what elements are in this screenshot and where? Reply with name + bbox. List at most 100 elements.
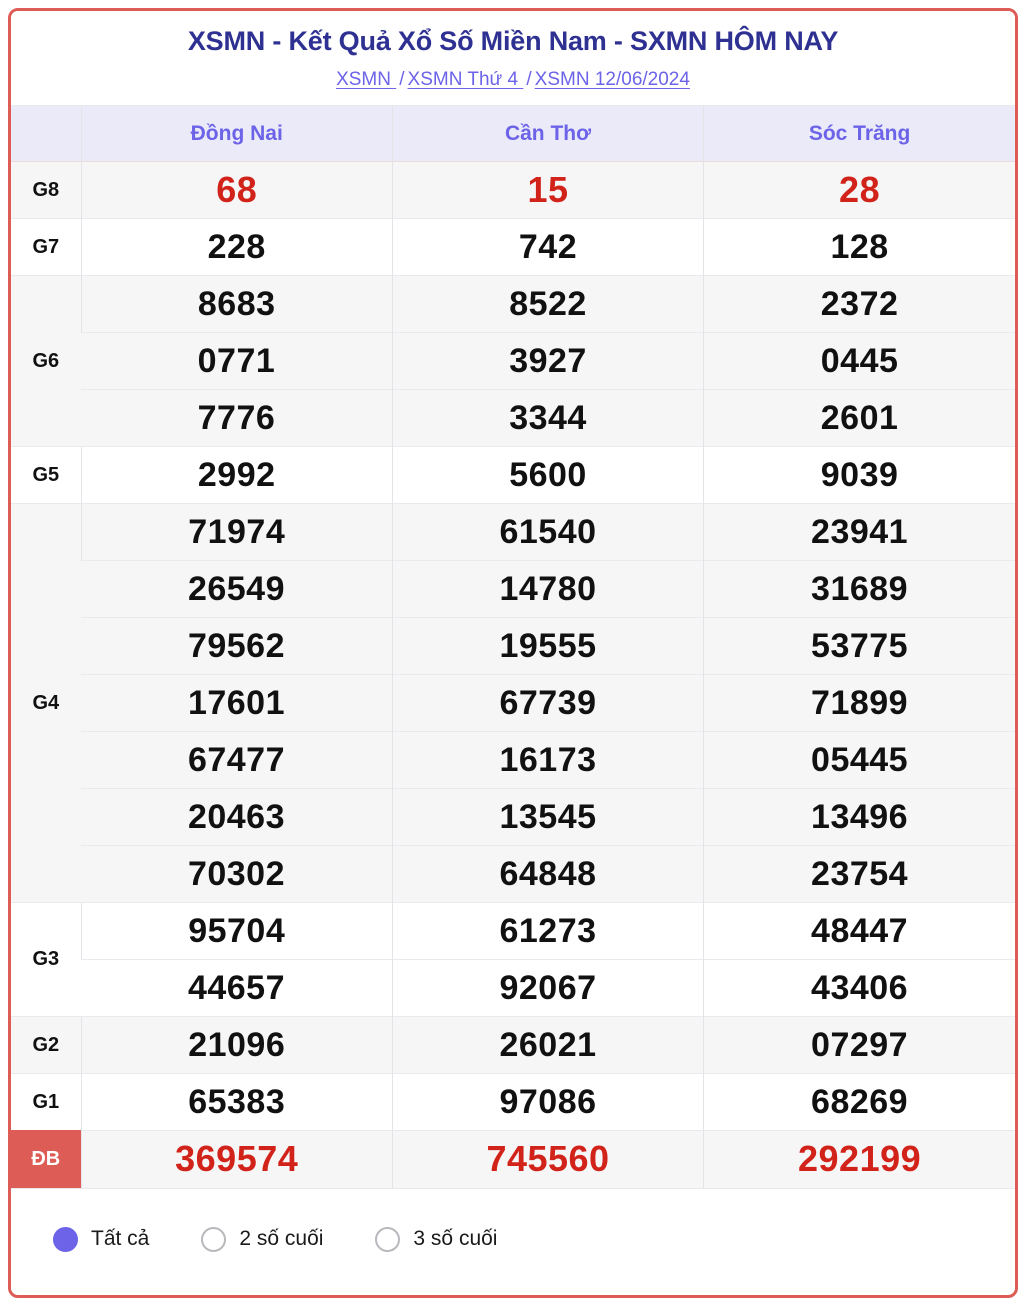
prize-number-cell: 92067 [391,959,704,1017]
prize-number-cell: 61540 [391,503,704,561]
prize-number-cell: 292199 [703,1130,1015,1188]
table-row: G1 65383 97086 68269 [11,1073,1015,1131]
prize-label-g6: G6 [11,275,82,447]
prize-number-cell: 5600 [391,446,704,504]
prize-number-cell: 65383 [80,1073,393,1131]
filter-option-0[interactable]: Tất cả [53,1226,150,1252]
lottery-results-table: Đồng Nai Cần Thơ Sóc Trăng G8 68 15 28 G7 228… [11,105,1015,1188]
table-row: 26549 14780 31689 [11,560,1015,618]
prize-number-cell: 14780 [391,560,704,618]
breadcrumb: XSMN / XSMN Thứ 4 /XSMN 12/06/2024 [21,68,1005,93]
table-row: 44657 92067 43406 [11,959,1015,1017]
prize-number-cell: 26549 [81,560,393,618]
breadcrumb-link-xsmn[interactable]: XSMN [336,69,396,90]
table-row: 70302 64848 23754 [11,845,1015,903]
digit-filter-radio-group: Tất cả 2 số cuối 3 số cuối [53,1226,498,1252]
table-row: G8 68 15 28 [11,161,1015,219]
prize-number-cell: 07297 [703,1016,1015,1074]
prize-number-cell: 742 [391,218,704,276]
prize-number-cell: 23754 [703,845,1015,903]
prize-label-g8: G8 [11,161,82,219]
prize-number-cell: 53775 [703,617,1015,675]
prize-label-g7: G7 [11,218,82,276]
prize-label-g2: G2 [11,1016,82,1074]
card-header: XSMN - Kết Quả Xổ Số Miền Nam - SXMN HÔM… [11,11,1015,106]
prize-number-cell: 61273 [391,902,704,960]
table-body: G8 68 15 28 G7 228 742 128 G6 8683 8522 2372 0771 392… [11,161,1015,1188]
column-header-province-2: Sóc Trăng [703,105,1015,163]
prize-number-cell: 8522 [391,275,704,333]
table-row: G3 95704 61273 48447 [11,902,1015,1017]
prize-label-g5: G5 [11,446,82,504]
prize-number-cell: 79562 [81,617,393,675]
radio-button-icon[interactable] [375,1226,401,1252]
prize-number-cell: 44657 [81,959,393,1017]
prize-number-cell: 3927 [391,332,704,390]
prize-number-cell: 05445 [703,731,1015,789]
prize-number-cell: 13496 [703,788,1015,846]
prize-number-cell: 2372 [703,275,1015,333]
table-row: G5 2992 5600 9039 [11,446,1015,504]
prize-number-cell: 7776 [81,389,393,447]
header-blank-cell [11,105,82,163]
prize-number-cell: 64848 [391,845,704,903]
table-row: ĐB 369574 745560 292199 [11,1130,1015,1188]
prize-number-cell: 128 [703,218,1015,276]
prize-label-g1: G1 [11,1073,82,1131]
filter-option-2[interactable]: 3 số cuối [375,1226,498,1252]
prize-number-cell: 97086 [391,1073,704,1131]
page-title: XSMN - Kết Quả Xổ Số Miền Nam - SXMN HÔM… [187,26,839,56]
prize-number-cell: 3344 [391,389,704,447]
prize-number-cell: 17601 [81,674,393,732]
filter-option-label: 3 số cuối [413,1227,498,1251]
prize-number-cell: 71974 [80,503,393,561]
prize-number-cell: 13545 [391,788,704,846]
prize-number-cell: 28 [703,161,1015,219]
table-header-row: Đồng Nai Cần Thơ Sóc Trăng [11,105,1015,163]
filter-option-1[interactable]: 2 số cuối [201,1226,323,1252]
radio-button-icon[interactable] [53,1226,78,1252]
column-header-province-0: Đồng Nai [80,105,393,163]
prize-number-cell: 26021 [391,1016,704,1074]
prize-number-cell: 745560 [391,1130,704,1188]
prize-number-cell: 67739 [391,674,704,732]
table-row: G6 8683 8522 2372 [11,275,1015,447]
prize-number-cell: 2601 [703,389,1015,447]
prize-number-cell: 0445 [703,332,1015,390]
table-header: Đồng Nai Cần Thơ Sóc Trăng [11,105,1015,163]
table-row: 17601 67739 71899 [11,674,1015,732]
radio-button-icon[interactable] [201,1226,227,1252]
breadcrumb-link-weekday[interactable]: XSMN Thứ 4 [408,69,524,90]
table-row: 20463 13545 13496 [11,788,1015,846]
prize-number-cell: 8683 [80,275,393,333]
breadcrumb-separator-1: / [399,69,405,91]
table-row: G2 21096 26021 07297 [11,1016,1015,1074]
prize-number-cell: 16173 [391,731,704,789]
prize-number-cell: 21096 [80,1016,393,1074]
table-row: 79562 19555 53775 [11,617,1015,675]
prize-number-cell: 48447 [703,902,1015,960]
table-row: 67477 16173 05445 [11,731,1015,789]
prize-number-cell: 23941 [703,503,1015,561]
breadcrumb-link-date[interactable]: XSMN 12/06/2024 [535,69,690,90]
prize-number-cell: 9039 [703,446,1015,504]
prize-number-cell: 70302 [81,845,393,903]
prize-number-cell: 95704 [80,902,393,960]
prize-number-cell: 369574 [80,1130,393,1188]
prize-number-cell: 43406 [703,959,1015,1017]
prize-number-cell: 67477 [81,731,393,789]
table-row: 7776 3344 2601 [11,389,1015,447]
prize-number-cell: 68269 [703,1073,1015,1131]
prize-label-g3: G3 [11,902,82,1017]
filter-option-label: Tất cả [91,1227,150,1251]
table-row: G7 228 742 128 [11,218,1015,276]
prize-number-cell: 19555 [391,617,704,675]
prize-number-cell: 31689 [703,560,1015,618]
prize-label-đb: ĐB [11,1130,82,1188]
prize-number-cell: 68 [80,161,393,219]
prize-number-cell: 15 [391,161,704,219]
table-row: G4 71974 61540 23941 [11,503,1015,903]
filter-footer: Tất cả 2 số cuối 3 số cuối [11,1187,1015,1290]
prize-number-cell: 2992 [80,446,393,504]
lottery-result-card: XSMN - Kết Quả Xổ Số Miền Nam - SXMN HÔM… [8,8,1018,1298]
